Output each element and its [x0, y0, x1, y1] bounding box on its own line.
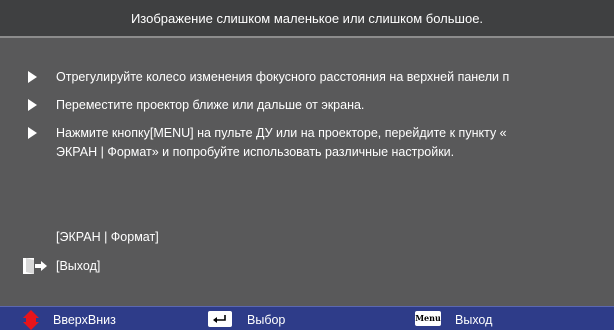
step-text-line-2: ЭКРАН | Формат» и попробуйте использоват… [56, 145, 455, 159]
exit-label: [Выход] [56, 259, 101, 273]
osd-help-dialog: Изображение слишком маленькое или слишко… [0, 0, 614, 330]
up-down-arrows-icon [23, 310, 39, 330]
menu-path-link[interactable]: [ЭКРАН | Формат] [56, 229, 159, 245]
step-item: Отрегулируйте колесо изменения фокусного… [28, 68, 608, 87]
menu-key-icon: Menu [415, 311, 441, 326]
nav-hint-label: ВверхВниз [53, 313, 116, 327]
step-text: Переместите проектор ближе или дальше от… [56, 98, 365, 112]
exit-door-icon [23, 258, 47, 274]
step-item: Переместите проектор ближе или дальше от… [28, 96, 608, 115]
step-text-line-1: Нажмите кнопку[MENU] на пульте ДУ или на… [56, 126, 507, 140]
step-text: Отрегулируйте колесо изменения фокусного… [56, 70, 510, 84]
select-hint-label: Выбор [247, 313, 286, 327]
troubleshoot-steps: Отрегулируйте колесо изменения фокусного… [28, 68, 608, 162]
enter-key-icon [208, 311, 232, 327]
play-triangle-icon [28, 71, 37, 83]
play-triangle-icon [28, 99, 37, 111]
dialog-title-text: Изображение слишком маленькое или слишко… [130, 11, 484, 26]
menu-hint-label: Выход [455, 313, 493, 327]
dialog-title: Изображение слишком маленькое или слишко… [0, 0, 614, 38]
step-item: Нажмите кнопку[MENU] на пульте ДУ или на… [28, 124, 608, 162]
play-triangle-icon [28, 127, 37, 139]
footer-hint-bar: ВверхВниз Выбор Menu Выход [0, 306, 614, 330]
